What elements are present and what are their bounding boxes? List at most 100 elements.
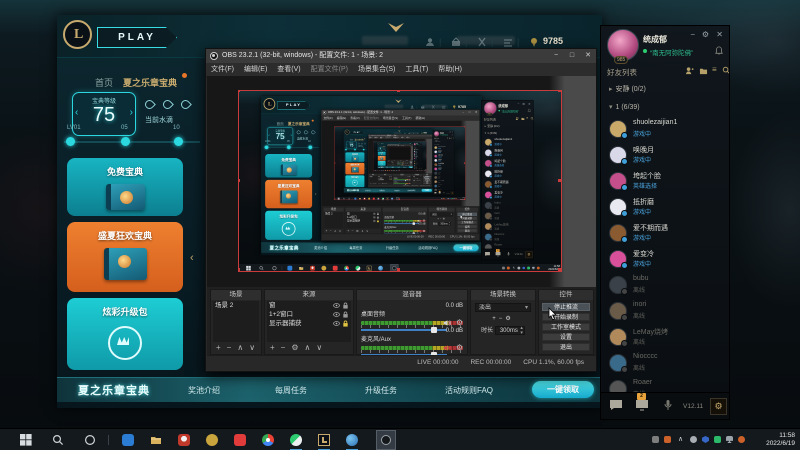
- tab-home[interactable]: 首页: [95, 76, 113, 89]
- file-explorer-icon[interactable]: [150, 434, 162, 446]
- friend-row[interactable]: LeMay烧烤 离线: [609, 327, 727, 351]
- scene-item[interactable]: 场景 2: [213, 301, 259, 310]
- obs-title-bar[interactable]: OBS 23.2.1 (32-bit, windows) - 配置文件: 1 -…: [206, 49, 596, 63]
- source-item[interactable]: 1+2窗口: [267, 310, 351, 319]
- friend-row[interactable]: 爱变冷 游戏中: [609, 249, 727, 273]
- friend-row[interactable]: 抵折磨 游戏中: [609, 197, 727, 221]
- cortana-icon[interactable]: [84, 434, 96, 446]
- start-button-icon[interactable]: [20, 434, 32, 446]
- stepper-down-icon[interactable]: ▾: [520, 330, 523, 336]
- pinned-app-icon[interactable]: [234, 434, 246, 446]
- pinned-app-icon[interactable]: [178, 434, 190, 446]
- source-up-button[interactable]: ∧: [305, 343, 311, 352]
- minimize-button[interactable]: −: [690, 30, 695, 39]
- card-chroma-pack[interactable]: 炫彩升级包: [67, 298, 183, 370]
- search-icon[interactable]: [722, 66, 730, 75]
- friend-row[interactable]: Niocccc 离线: [609, 353, 727, 377]
- pinned-app-icon[interactable]: [122, 434, 134, 446]
- tray-icon[interactable]: [738, 436, 745, 443]
- speaker-muted-icon[interactable]: [443, 344, 451, 352]
- taskbar-clock[interactable]: 11:58 2022/6/19: [766, 432, 795, 448]
- menu-edit[interactable]: 编辑(E): [239, 63, 272, 76]
- folder-icon[interactable]: [699, 67, 708, 75]
- menu-help[interactable]: 帮助(H): [433, 63, 467, 76]
- menu-view[interactable]: 查看(V): [272, 63, 305, 76]
- sidebar-collapse-icon[interactable]: ‹: [190, 252, 194, 264]
- mixer-dock-title[interactable]: 混音器: [357, 290, 467, 300]
- visibility-icon[interactable]: [333, 311, 340, 318]
- studio-mode-button[interactable]: 工作室模式: [542, 322, 590, 331]
- claim-button[interactable]: 一键领取: [532, 381, 594, 398]
- tray-monitor-icon[interactable]: [726, 436, 733, 443]
- maximize-button[interactable]: □: [564, 49, 580, 63]
- source-selection-frame[interactable]: [238, 90, 562, 272]
- friend-row[interactable]: 爱不期而遇 游戏中: [609, 223, 727, 247]
- source-item[interactable]: 窗: [267, 301, 351, 310]
- scene-up-button[interactable]: ∧: [237, 343, 243, 352]
- source-item-selected[interactable]: 显示器捕获: [267, 319, 351, 328]
- missions-icon[interactable]: [503, 37, 513, 47]
- speaker-icon[interactable]: [443, 319, 451, 327]
- scenes-dock-title[interactable]: 场景: [211, 290, 261, 300]
- minimize-button[interactable]: −: [548, 49, 564, 63]
- profile-icon[interactable]: [425, 37, 435, 47]
- channel-settings-icon[interactable]: ⚙: [456, 343, 463, 352]
- menu-scene-collection[interactable]: 场景集合(S): [353, 63, 400, 76]
- visibility-icon[interactable]: [333, 320, 340, 327]
- prev-level-icon[interactable]: ‹: [75, 107, 78, 118]
- user-status-message[interactable]: “南无阿弥陀佛”: [650, 47, 693, 57]
- friend-group-collapsed[interactable]: ▸ 安静 (0/2): [609, 84, 646, 94]
- source-properties-button[interactable]: ⚙: [291, 343, 298, 352]
- pinned-app-icon[interactable]: [346, 434, 358, 446]
- close-button[interactable]: ✕: [580, 49, 596, 63]
- remove-source-button[interactable]: −: [281, 343, 286, 352]
- source-selection-handles[interactable]: [238, 90, 240, 92]
- lol-logo-icon[interactable]: L: [63, 20, 92, 49]
- settings-button[interactable]: 设置: [542, 332, 590, 341]
- source-down-button[interactable]: ∨: [316, 343, 322, 352]
- card-free-pass[interactable]: 免费宝典: [67, 158, 183, 216]
- remove-scene-button[interactable]: −: [227, 343, 232, 352]
- obs-taskbar-active[interactable]: [376, 430, 396, 450]
- visibility-icon[interactable]: [333, 302, 340, 309]
- add-friend-icon[interactable]: [685, 66, 694, 75]
- tab-summer-pass[interactable]: 夏之乐章宝典: [123, 76, 177, 89]
- settings-icon[interactable]: ⚙: [702, 30, 709, 39]
- nav-item-prizes[interactable]: 奖池介绍: [188, 385, 220, 396]
- friend-row[interactable]: 唤晚月 游戏中: [609, 145, 727, 169]
- friend-row[interactable]: inori 离线: [609, 301, 727, 325]
- menu-profile[interactable]: 配置文件(P): [306, 63, 353, 76]
- mic-icon[interactable]: [661, 399, 675, 411]
- lock-icon[interactable]: [342, 302, 349, 309]
- nav-item-upgrade[interactable]: 升级任务: [365, 385, 397, 396]
- tray-ime-icon[interactable]: [652, 436, 659, 443]
- search-icon[interactable]: [52, 434, 64, 446]
- friend-group-expanded[interactable]: ▾ 1 (6/39): [609, 103, 640, 111]
- menu-tools[interactable]: 工具(T): [400, 63, 433, 76]
- transition-select[interactable]: 淡出 ▾: [475, 303, 531, 312]
- chat-icon[interactable]: [609, 399, 623, 411]
- tray-shield-icon[interactable]: [702, 436, 709, 443]
- esports-icon[interactable]: [477, 37, 487, 47]
- transitions-dock-title[interactable]: 场景转换: [471, 290, 535, 300]
- add-source-button[interactable]: +: [270, 343, 275, 352]
- friend-row[interactable]: 垮起个脸 英雄选择: [609, 171, 727, 195]
- sources-dock-title[interactable]: 来源: [265, 290, 353, 300]
- obs-preview-area[interactable]: L PLAY | | | | 9785 首页 夏之乐章宝典 宝典等级 75 ‹ …: [207, 76, 596, 287]
- friend-row[interactable]: bubu 离线: [609, 275, 727, 299]
- lock-icon[interactable]: [342, 311, 349, 318]
- pinned-app-icon[interactable]: [206, 434, 218, 446]
- duration-input[interactable]: 300ms ▴ ▾: [494, 326, 525, 336]
- wegame-icon[interactable]: [290, 434, 302, 446]
- transition-properties-button[interactable]: ⚙: [505, 316, 513, 322]
- channel-settings-icon[interactable]: ⚙: [456, 318, 463, 327]
- play-button[interactable]: PLAY: [97, 27, 177, 48]
- menu-file[interactable]: 文件(F): [206, 63, 239, 76]
- exit-button[interactable]: 退出: [542, 342, 590, 351]
- settings-button[interactable]: ⚙: [710, 398, 727, 415]
- messages-icon[interactable]: [635, 399, 649, 411]
- friend-row[interactable]: shuolezaijian1 游戏中: [609, 119, 727, 143]
- lol-app-icon[interactable]: [318, 434, 330, 446]
- tray-icon[interactable]: [664, 436, 671, 443]
- close-button[interactable]: ✕: [716, 30, 723, 39]
